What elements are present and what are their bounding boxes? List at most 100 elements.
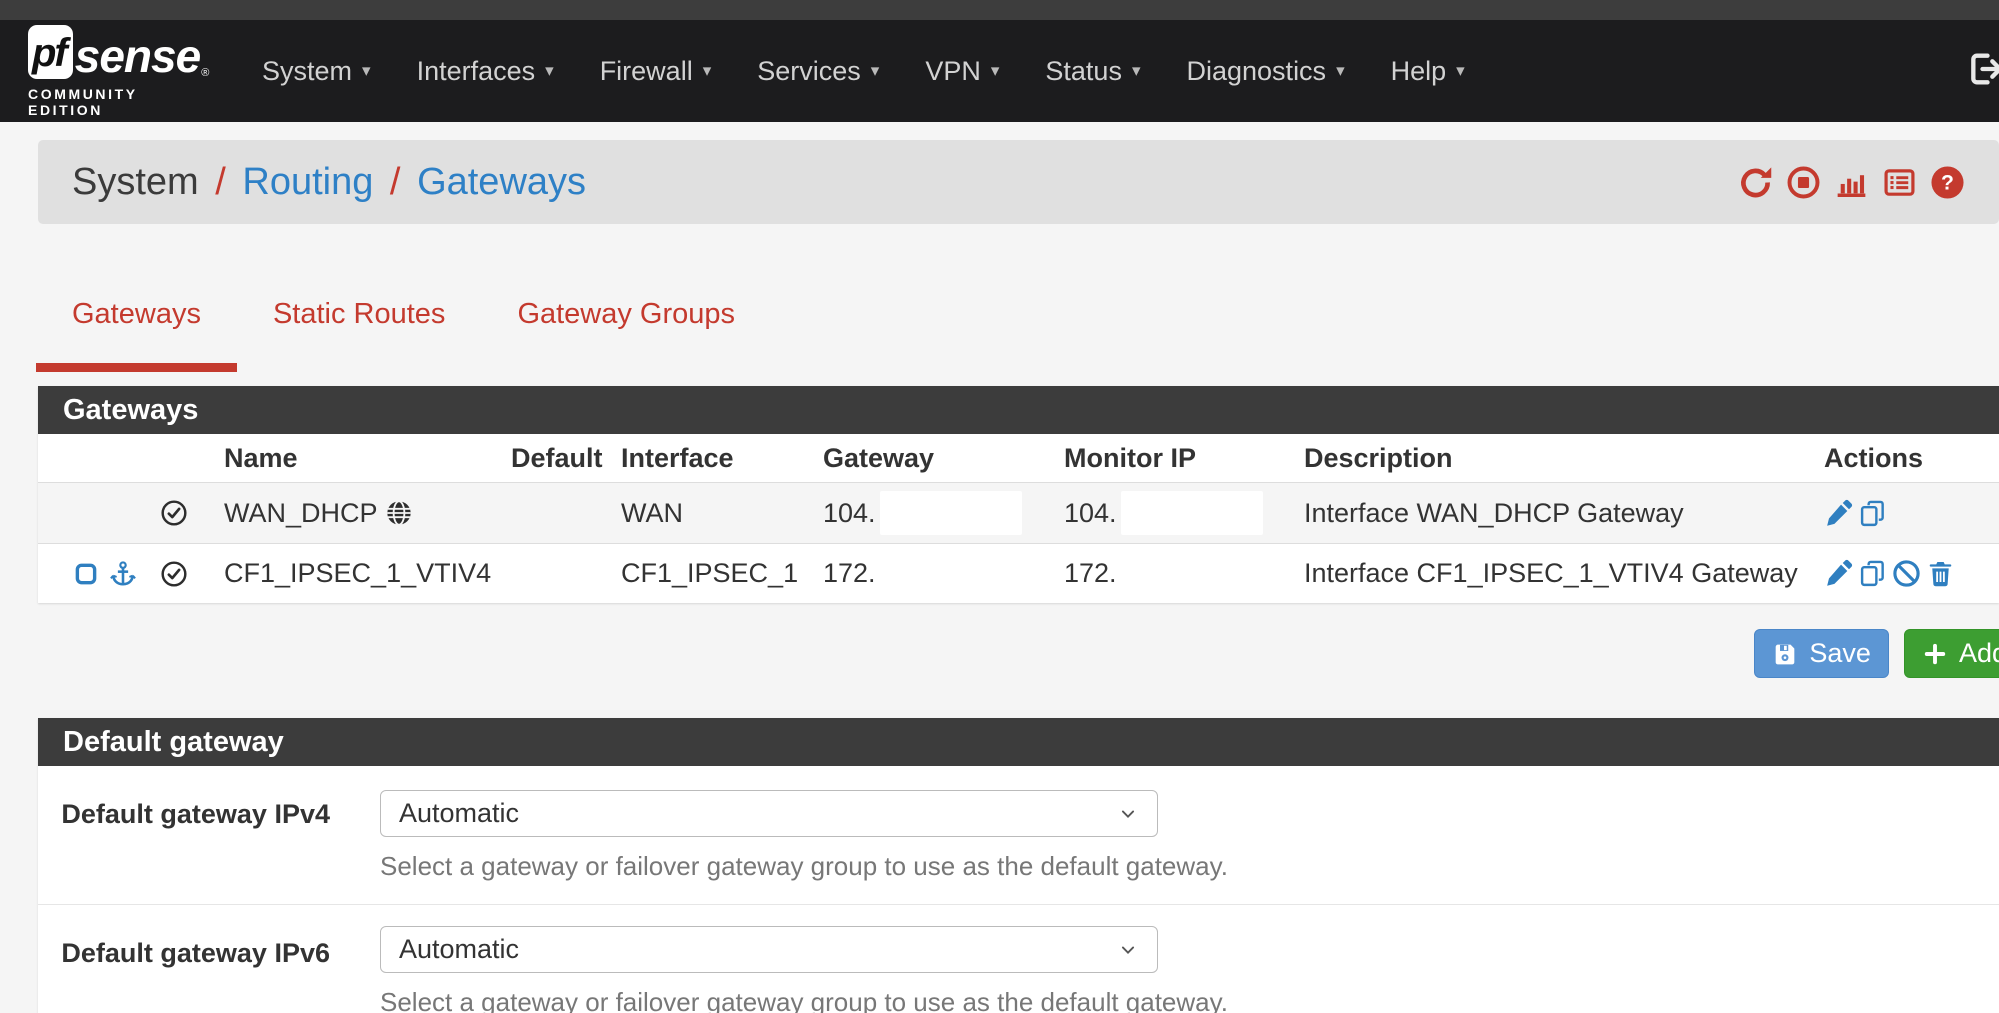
square-icon[interactable] — [72, 560, 100, 588]
breadcrumb-gateways[interactable]: Gateways — [417, 161, 586, 203]
copy-icon[interactable] — [1858, 559, 1887, 588]
refresh-icon[interactable] — [1738, 165, 1773, 200]
caret-down-icon: ▾ — [1336, 61, 1345, 81]
redaction-box — [1121, 552, 1263, 596]
pencil-icon[interactable] — [1824, 499, 1853, 528]
window-chrome-strip — [0, 0, 1999, 20]
floppy-icon — [1772, 641, 1798, 667]
caret-down-icon: ▾ — [362, 61, 371, 81]
table-header-row: NameDefaultInterfaceGatewayMonitor IPDes… — [38, 434, 1999, 483]
gateways-panel: Gateways NameDefaultInterfaceGatewayMoni… — [38, 386, 1999, 603]
nav-item-label: System — [262, 56, 352, 87]
nav-item-diagnostics[interactable]: Diagnostics ▾ — [1187, 56, 1345, 87]
registered-mark: ® — [201, 67, 209, 79]
chevron-down-icon — [1117, 939, 1139, 961]
breadcrumb: System / Routing / Gateways ? — [38, 140, 1999, 224]
field-help-text: Select a gateway or failover gateway gro… — [380, 851, 1999, 882]
pf-logo-mark: pf — [28, 25, 73, 79]
plus-icon — [1922, 641, 1948, 667]
redaction-box — [880, 552, 1022, 596]
nav-item-label: Services — [757, 56, 861, 87]
page-title: System / Routing / Gateways — [72, 161, 586, 204]
nav-item-interfaces[interactable]: Interfaces ▾ — [417, 56, 554, 87]
pfsense-logo[interactable]: pf sense ® COMMUNITY EDITION — [28, 25, 216, 118]
breadcrumb-actions: ? — [1725, 165, 1965, 200]
gateway-interface: WAN — [605, 498, 807, 529]
nav-item-services[interactable]: Services ▾ — [757, 56, 879, 87]
row-status-icons — [38, 499, 208, 527]
field-label: Default gateway IPv6 — [38, 905, 368, 1013]
default-gateway-ipv4-select[interactable]: Automatic — [380, 790, 1158, 837]
gateway-address: 104. — [807, 491, 1048, 535]
tab-gateway-groups[interactable]: Gateway Groups — [481, 298, 771, 372]
add-gateway-button[interactable]: Add — [1904, 629, 1999, 678]
trash-icon[interactable] — [1926, 559, 1955, 588]
nav-item-label: Help — [1391, 56, 1447, 87]
tab-gateways[interactable]: Gateways — [36, 298, 237, 372]
nav-item-label: Interfaces — [417, 56, 536, 87]
question-circle-icon[interactable]: ? — [1930, 165, 1965, 200]
column-header-description: Description — [1288, 443, 1808, 474]
nav-item-status[interactable]: Status ▾ — [1045, 56, 1140, 87]
brand-tagline: COMMUNITY EDITION — [28, 86, 216, 118]
default-gateway-panel: Default gateway Default gateway IPv4Auto… — [38, 718, 1999, 1013]
nav-item-label: Diagnostics — [1187, 56, 1327, 87]
caret-down-icon: ▾ — [1132, 61, 1141, 81]
field-label: Default gateway IPv4 — [38, 766, 368, 904]
gateway-name: CF1_IPSEC_1_VTIV4 — [208, 558, 495, 589]
main-navbar: pf sense ® COMMUNITY EDITION System▾Inte… — [0, 20, 1999, 122]
caret-down-icon: ▾ — [545, 61, 554, 81]
tab-static-routes[interactable]: Static Routes — [237, 298, 481, 372]
gateway-row-cf1-ipsec-1-vtiv4: CF1_IPSEC_1_VTIV4CF1_IPSEC_1172.172.Inte… — [38, 543, 1999, 603]
field-help-text: Select a gateway or failover gateway gro… — [380, 987, 1999, 1013]
brand-sense-text: sense — [75, 33, 200, 79]
list-icon[interactable] — [1882, 165, 1917, 200]
save-button[interactable]: Save — [1754, 629, 1889, 678]
gateway-name: WAN_DHCP — [208, 498, 495, 529]
gateway-description: Interface CF1_IPSEC_1_VTIV4 Gateway — [1288, 558, 1808, 589]
nav-item-label: Status — [1045, 56, 1122, 87]
nav-item-firewall[interactable]: Firewall▾ — [600, 56, 712, 87]
check-circle-icon — [160, 499, 188, 527]
nav-item-vpn[interactable]: VPN▾ — [925, 56, 999, 87]
select-value: Automatic — [399, 934, 519, 965]
bar-chart-icon[interactable] — [1834, 165, 1869, 200]
nav-item-label: Firewall — [600, 56, 693, 87]
breadcrumb-routing[interactable]: Routing — [242, 161, 373, 203]
default-gateway-ipv6-select[interactable]: Automatic — [380, 926, 1158, 973]
breadcrumb-system: System — [72, 161, 199, 203]
nav-item-help[interactable]: Help ▾ — [1391, 56, 1465, 87]
table-actions-row: Save Add — [0, 629, 1999, 678]
nav-item-label: VPN — [925, 56, 981, 87]
gateway-description: Interface WAN_DHCP Gateway — [1288, 498, 1808, 529]
caret-down-icon: ▾ — [871, 61, 880, 81]
form-row-default-gateway-ipv4: Default gateway IPv4 Automatic Select a ga… — [38, 766, 1999, 905]
breadcrumb-separator: / — [373, 161, 417, 203]
svg-text:?: ? — [1941, 171, 1954, 194]
redaction-box — [1121, 491, 1263, 535]
form-row-default-gateway-ipv6: Default gateway IPv6 Automatic Select a ga… — [38, 905, 1999, 1013]
nav-menu: System▾Interfaces▾Firewall▾Services▾VPN▾… — [262, 56, 1965, 87]
anchor-icon[interactable] — [109, 560, 137, 588]
stop-circle-icon[interactable] — [1786, 165, 1821, 200]
default-gateway-form: Default gateway IPv4 Automatic Select a ga… — [38, 766, 1999, 1013]
caret-down-icon: ▾ — [1456, 61, 1465, 81]
chevron-down-icon — [1117, 803, 1139, 825]
monitor-ip: 172. — [1048, 552, 1288, 596]
check-circle-icon — [160, 560, 188, 588]
routing-tabs: GatewaysStatic RoutesGateway Groups — [36, 298, 1999, 372]
ban-icon[interactable] — [1892, 559, 1921, 588]
select-value: Automatic — [399, 798, 519, 829]
redaction-box — [880, 491, 1022, 535]
row-actions — [1808, 559, 1999, 588]
row-actions — [1808, 499, 1999, 528]
monitor-ip: 104. — [1048, 491, 1288, 535]
copy-icon[interactable] — [1858, 499, 1887, 528]
pencil-icon[interactable] — [1824, 559, 1853, 588]
gateway-address: 172. — [807, 552, 1048, 596]
globe-icon — [385, 499, 413, 527]
nav-item-system[interactable]: System ▾ — [262, 56, 371, 87]
sign-out-icon[interactable] — [1965, 49, 1999, 89]
row-status-icons — [38, 560, 208, 588]
column-header-name: Name — [208, 443, 495, 474]
